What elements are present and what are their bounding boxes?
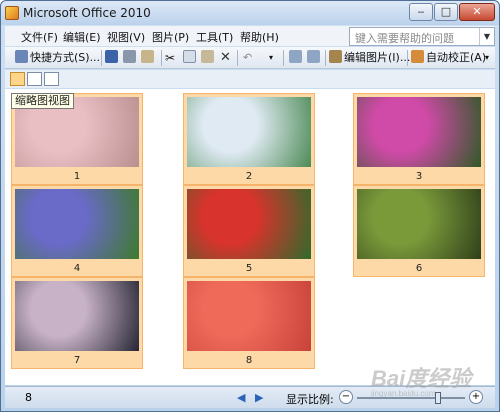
thumbnail-item[interactable]: 3 xyxy=(353,93,485,185)
save-icon xyxy=(105,50,118,63)
thumbnail-image xyxy=(187,281,311,351)
copy-icon xyxy=(183,50,196,63)
thumbnail-item[interactable]: 6 xyxy=(353,185,485,277)
menu-tools[interactable]: 工具(T) xyxy=(196,29,233,45)
thumbnail-view-button[interactable] xyxy=(10,72,25,86)
thumbnail-item[interactable]: 5 xyxy=(183,185,315,277)
help-search-placeholder: 键入需要帮助的问题 xyxy=(355,32,454,45)
zoom-out-icon[interactable]: − xyxy=(339,390,353,404)
edit-picture-icon xyxy=(329,50,342,63)
chevron-down-icon[interactable]: ▼ xyxy=(479,28,494,45)
watermark-brand: Bai度经验 xyxy=(371,366,472,391)
maximize-button[interactable]: □ xyxy=(434,3,458,21)
thumbnail-image xyxy=(187,189,311,259)
window-title: Microsoft Office 2010 xyxy=(23,6,151,20)
office-app-icon xyxy=(5,6,19,20)
toolbar-overflow-button[interactable]: ▾ xyxy=(269,50,273,66)
menu-help[interactable]: 帮助(H) xyxy=(240,29,279,45)
baidu-watermark: Bai度经验 jingyan.baidu.com xyxy=(371,361,491,401)
next-icon[interactable]: ▶ xyxy=(255,391,263,404)
delete-button[interactable]: ✕ xyxy=(220,50,231,66)
toolbar-divider xyxy=(237,50,238,66)
thumbnail-number: 4 xyxy=(73,263,81,274)
toolbar-divider xyxy=(161,50,162,66)
thumbnail-number: 8 xyxy=(245,355,253,366)
minimize-button[interactable]: ‒ xyxy=(409,3,433,21)
rotate-right-button[interactable] xyxy=(307,50,322,66)
thumbnail-number: 1 xyxy=(73,171,81,182)
thumbnail-item[interactable]: 8 xyxy=(183,277,315,369)
thumbnail-number: 5 xyxy=(245,263,253,274)
paste-icon xyxy=(201,50,214,63)
email-icon xyxy=(141,50,154,63)
menu-picture[interactable]: 图片(P) xyxy=(152,29,189,45)
zoom-label: 显示比例: xyxy=(286,393,334,406)
autocorrect-icon xyxy=(411,50,424,63)
thumbnail-image xyxy=(15,281,139,351)
copy-button[interactable] xyxy=(183,50,198,66)
delete-icon: ✕ xyxy=(220,50,231,65)
email-button[interactable] xyxy=(141,50,156,66)
thumbnail-image xyxy=(15,189,139,259)
paste-button[interactable] xyxy=(201,50,216,66)
edit-picture-button[interactable]: 编辑图片(I)... xyxy=(329,50,410,66)
menu-bar: 文件(F) 编辑(E) 视图(V) 图片(P) 工具(T) 帮助(H) 键入需要… xyxy=(5,26,495,46)
thumbnail-item[interactable]: 7 xyxy=(11,277,143,369)
thumbnail-grid: 1 2 3 4 5 6 7 8 xyxy=(5,89,495,385)
toolbar-overflow-button[interactable]: ▾ xyxy=(485,50,489,66)
thumbnail-item[interactable]: 2 xyxy=(183,93,315,185)
thumbnail-number: 6 xyxy=(415,263,423,274)
shortcuts-label: 快捷方式(S)... xyxy=(30,51,101,64)
thumbnail-image xyxy=(357,189,481,259)
picture-count: 8 xyxy=(25,391,32,404)
undo-icon: ↶ xyxy=(243,51,253,64)
thumbnail-item[interactable]: 4 xyxy=(11,185,143,277)
thumbnail-number: 7 xyxy=(73,355,81,366)
rotate-right-icon xyxy=(307,50,320,63)
toolbar-divider xyxy=(407,50,408,66)
toolbar: 快捷方式(S)... ✂ ✕ ↶ ▾ 编辑图片(I)... 自动校正(A) ▾ xyxy=(5,47,495,69)
edit-picture-label: 编辑图片(I)... xyxy=(344,51,411,64)
rotate-left-icon xyxy=(289,50,302,63)
save-button[interactable] xyxy=(105,50,120,66)
cut-icon: ✂ xyxy=(165,51,176,65)
thumbnail-view-tooltip: 缩略图视图 xyxy=(11,93,74,109)
rotate-left-button[interactable] xyxy=(289,50,304,66)
app-window: Microsoft Office 2010 ‒ □ ✕ 文件(F) 编辑(E) … xyxy=(0,0,500,412)
menu-view[interactable]: 视图(V) xyxy=(107,29,145,45)
shortcuts-button[interactable]: 快捷方式(S)... xyxy=(15,50,100,66)
cut-button[interactable]: ✂ xyxy=(165,50,175,66)
previous-icon[interactable]: ◀ xyxy=(237,391,245,404)
thumbnail-image xyxy=(187,97,311,167)
title-bar: Microsoft Office 2010 ‒ □ ✕ xyxy=(1,1,499,25)
toolbar-divider xyxy=(283,50,284,66)
filmstrip-view-button[interactable] xyxy=(27,72,42,86)
menu-edit[interactable]: 编辑(E) xyxy=(63,29,101,45)
single-view-button[interactable] xyxy=(44,72,59,86)
shortcuts-icon xyxy=(15,50,28,63)
toolbar-divider xyxy=(325,50,326,66)
print-icon xyxy=(123,50,136,63)
watermark-url: jingyan.baidu.com xyxy=(371,389,436,398)
thumbnail-number: 2 xyxy=(245,171,253,182)
toolbar-divider xyxy=(101,50,102,66)
autocorrect-label: 自动校正(A) xyxy=(426,51,487,64)
close-button[interactable]: ✕ xyxy=(459,3,495,21)
view-bar xyxy=(5,70,495,88)
print-button[interactable] xyxy=(123,50,138,66)
thumbnail-image xyxy=(357,97,481,167)
thumbnail-number: 3 xyxy=(415,171,423,182)
menu-file[interactable]: 文件(F) xyxy=(21,29,58,45)
undo-button[interactable]: ↶ xyxy=(243,50,252,66)
help-search-input[interactable]: 键入需要帮助的问题 ▼ xyxy=(349,27,495,46)
autocorrect-button[interactable]: 自动校正(A) xyxy=(411,50,486,66)
